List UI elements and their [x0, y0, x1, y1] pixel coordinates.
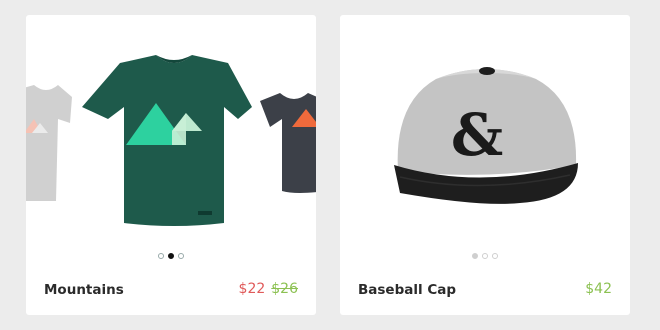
product-name[interactable]: Mountains	[44, 282, 124, 298]
carousel-dot-2[interactable]	[168, 253, 174, 259]
carousel-dot-1[interactable]	[158, 253, 164, 259]
carousel-dots	[340, 253, 630, 261]
carousel-dots	[26, 253, 316, 261]
tshirt-charcoal-next-image	[260, 93, 316, 193]
svg-text:&: &	[451, 101, 503, 169]
product-image-carousel[interactable]: &	[340, 15, 630, 255]
product-image	[26, 55, 316, 226]
tshirt-green-image	[82, 55, 252, 226]
baseball-cap-image: &	[394, 67, 578, 204]
carousel-dot-2[interactable]	[482, 253, 488, 259]
carousel-dot-3[interactable]	[492, 253, 498, 259]
product-name[interactable]: Baseball Cap	[358, 282, 456, 298]
carousel-dot-1[interactable]	[472, 253, 478, 259]
tshirt-grey-prev-image	[26, 85, 72, 201]
product-image: &	[394, 67, 578, 204]
carousel-dot-3[interactable]	[178, 253, 184, 259]
product-image-carousel[interactable]	[26, 15, 316, 255]
sale-price: $22	[238, 281, 266, 297]
original-price: $26	[271, 281, 298, 297]
product-card-mountains[interactable]: Mountains $22 $26	[26, 15, 316, 315]
price: $42	[585, 281, 612, 297]
product-price: $42	[585, 281, 612, 297]
product-card-baseball-cap[interactable]: & Baseball Cap $42	[340, 15, 630, 315]
product-price: $22 $26	[239, 281, 298, 297]
